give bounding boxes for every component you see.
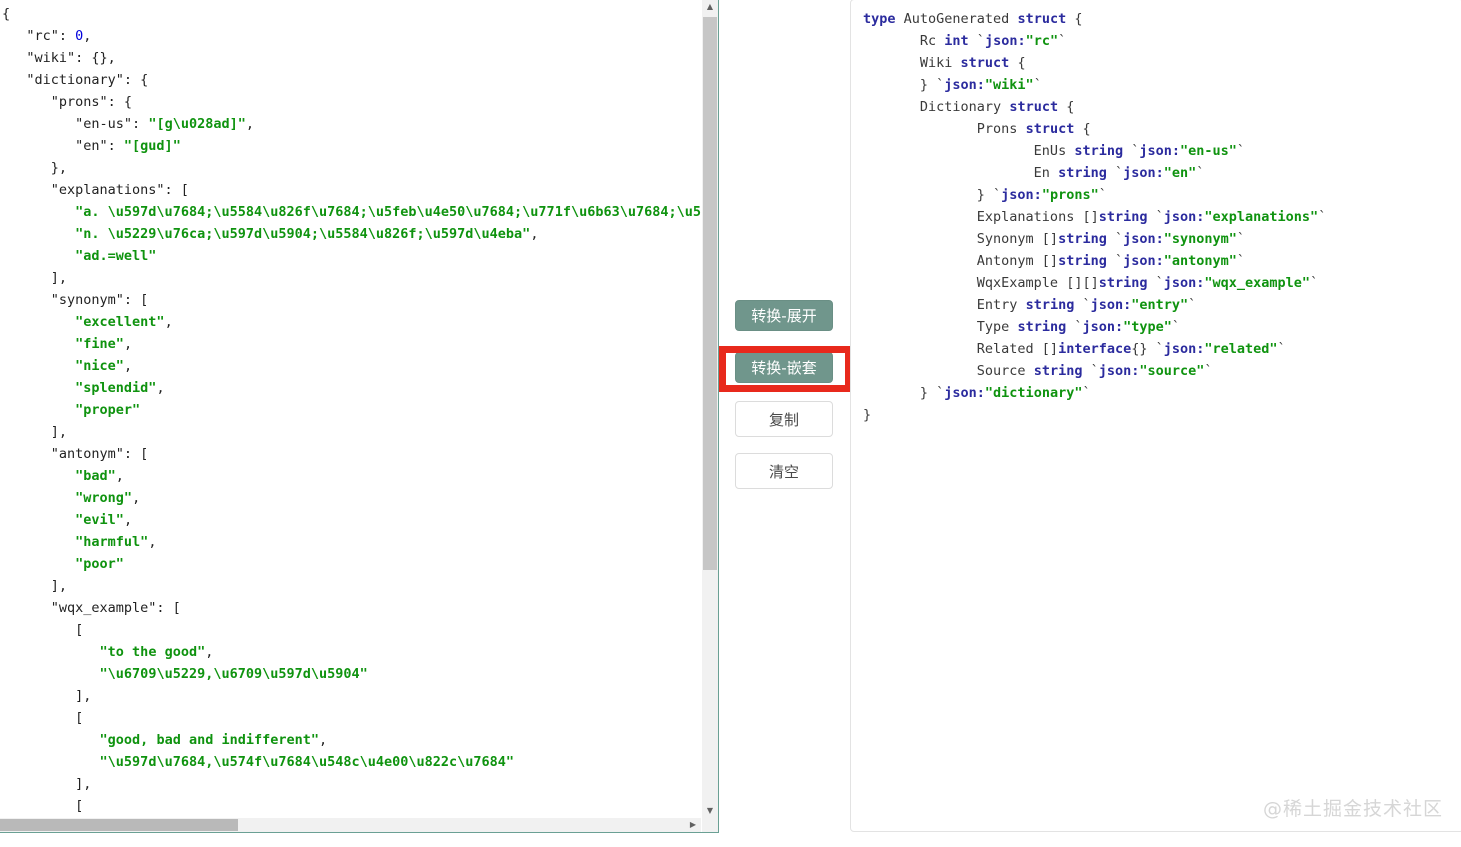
copy-button[interactable]: 复制: [735, 401, 833, 437]
code-line: Synonym []string `json:"synonym"`: [863, 231, 1246, 247]
code-line: Wiki struct {: [863, 55, 1026, 71]
json-input-panel[interactable]: { "rc": 0, "wiki": {}, "dictionary": { "…: [0, 0, 719, 833]
code-line: } `json:"prons"`: [863, 187, 1107, 203]
code-line: En string `json:"en"`: [863, 165, 1205, 181]
left-vertical-scrollbar[interactable]: ▲ ▼: [702, 0, 718, 818]
code-line: "synonym": [: [2, 292, 149, 308]
watermark: @稀土掘金技术社区: [1262, 798, 1443, 820]
code-line: [: [2, 710, 84, 726]
code-line: "to the good",: [99, 644, 214, 660]
convert-expand-button[interactable]: 转换-展开: [735, 300, 833, 331]
code-line: "harmful",: [75, 534, 157, 550]
code-line: Explanations []string `json:"explanation…: [863, 209, 1327, 225]
code-line: "\u597d\u7684,\u574f\u7684\u548c\u4e00\u…: [99, 754, 515, 770]
scroll-up-icon[interactable]: ▲: [702, 0, 718, 14]
go-output-panel[interactable]: type AutoGenerated struct { Rc int `json…: [850, 0, 1461, 832]
code-line: "\u6709\u5229,\u6709\u597d\u5904": [99, 666, 368, 682]
code-line: WqxExample [][]string `json:"wqx_example…: [863, 275, 1319, 291]
code-line: "antonym": [: [2, 446, 149, 462]
vertical-scroll-thumb[interactable]: [703, 17, 717, 570]
code-line: "wiki": {},: [2, 50, 116, 66]
code-line: Dictionary struct {: [863, 99, 1075, 115]
code-line: }: [863, 407, 872, 423]
code-line: EnUs string `json:"en-us"`: [863, 143, 1246, 159]
code-line: ],: [2, 424, 68, 440]
code-line: "rc": 0,: [2, 28, 92, 44]
code-line: "poor": [75, 556, 124, 572]
code-line: "excellent",: [75, 314, 173, 330]
code-line: "fine",: [75, 336, 133, 352]
left-horizontal-scrollbar[interactable]: ▶: [0, 818, 701, 832]
convert-nested-button[interactable]: 转换-嵌套: [735, 352, 833, 383]
code-line: Entry string `json:"entry"`: [863, 297, 1197, 313]
code-line: {: [2, 6, 11, 22]
scrollbar-corner: [702, 818, 718, 832]
code-line: [: [2, 622, 84, 638]
code-line: "a. \u597d\u7684;\u5584\u826f\u7684;\u5f…: [75, 204, 701, 220]
code-line: "en": "[gud]": [2, 138, 181, 154]
code-line: "evil",: [75, 512, 133, 528]
code-line: "wrong",: [75, 490, 141, 506]
code-line: },: [2, 160, 68, 176]
code-line: type AutoGenerated struct {: [863, 11, 1083, 27]
code-line: "dictionary": {: [2, 72, 149, 88]
code-line: Antonym []string `json:"antonym"`: [863, 253, 1246, 269]
code-line: ],: [2, 270, 68, 286]
scroll-right-icon[interactable]: ▶: [685, 818, 701, 832]
code-line: Source string `json:"source"`: [863, 363, 1213, 379]
code-line: "prons": {: [2, 94, 133, 110]
code-line: "n. \u5229\u76ca;\u597d\u5904;\u5584\u82…: [75, 226, 539, 242]
code-line: [: [2, 798, 84, 814]
json-input-content[interactable]: { "rc": 0, "wiki": {}, "dictionary": { "…: [2, 3, 701, 817]
go-output-content[interactable]: type AutoGenerated struct { Rc int `json…: [863, 8, 1459, 815]
code-line: "splendid",: [75, 380, 165, 396]
code-line: "proper": [75, 402, 141, 418]
code-line: } `json:"dictionary"`: [863, 385, 1091, 401]
code-line: ],: [2, 776, 92, 792]
code-line: "nice",: [75, 358, 133, 374]
code-line: "bad",: [75, 468, 124, 484]
clear-button[interactable]: 清空: [735, 453, 833, 489]
code-line: "explanations": [: [2, 182, 189, 198]
code-line: Rc int `json:"rc"`: [863, 33, 1067, 49]
code-line: ],: [2, 578, 68, 594]
code-line: Type string `json:"type"`: [863, 319, 1181, 335]
code-line: "good, bad and indifferent",: [99, 732, 328, 748]
code-line: } `json:"wiki"`: [863, 77, 1042, 93]
code-line: Prons struct {: [863, 121, 1091, 137]
code-line: "ad.=well": [75, 248, 157, 264]
horizontal-scroll-thumb[interactable]: [0, 819, 238, 831]
code-line: ],: [2, 688, 92, 704]
code-line: "wqx_example": [: [2, 600, 181, 616]
scroll-down-icon[interactable]: ▼: [702, 804, 718, 818]
code-line: "en-us": "[g\u028ad]",: [2, 116, 254, 132]
code-line: Related []interface{} `json:"related"`: [863, 341, 1286, 357]
